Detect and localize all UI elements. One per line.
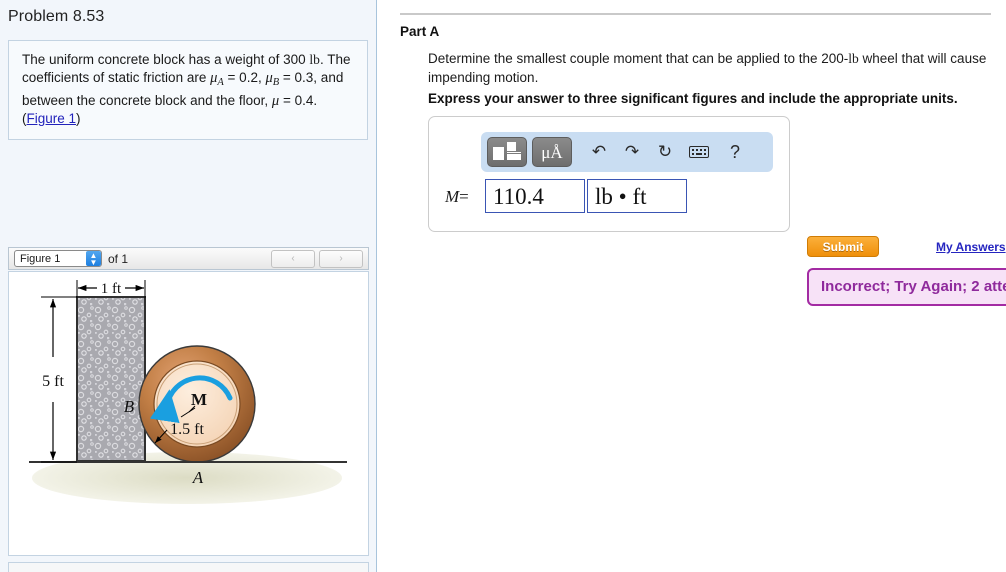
keyboard-icon[interactable]	[689, 146, 709, 158]
units-icon[interactable]: μÅ	[532, 137, 572, 167]
mu-value: = 0.4.	[279, 93, 318, 108]
figure-viewport[interactable]: 1 ft 5 ft M 1.5 ft A B	[8, 271, 369, 556]
chevron-left-icon: ‹	[291, 252, 295, 264]
radius-dim-label: 1.5 ft	[170, 421, 204, 438]
question-text-pre: Determine the smallest couple moment tha…	[428, 51, 849, 66]
reset-icon[interactable]: ↻	[654, 142, 676, 162]
figure-next-button[interactable]: ›	[319, 249, 363, 268]
moment-label: M	[191, 390, 207, 409]
chevron-updown-icon[interactable]: ▲ ▼	[86, 251, 101, 266]
answer-instructions: Express your answer to three significant…	[428, 91, 958, 106]
point-a-label: A	[192, 468, 204, 487]
math-template-icon[interactable]	[487, 137, 527, 167]
page-title: Problem 8.53	[8, 8, 105, 25]
width-dim-label: 1 ft	[101, 281, 122, 297]
feedback-banner: Incorrect; Try Again; 2 attempts remaini…	[807, 268, 1006, 306]
figure-select-dropdown[interactable]: Figure 1 ▲ ▼	[14, 250, 102, 267]
problem-statement: The uniform concrete block has a weight …	[8, 40, 368, 140]
question-prompt: Determine the smallest couple moment tha…	[428, 49, 994, 87]
feedback-message: Incorrect; Try Again; 2 attempts remaini…	[821, 278, 1006, 295]
section-divider	[400, 13, 991, 15]
mechanics-figure: 1 ft 5 ft M 1.5 ft A B	[29, 280, 347, 504]
mu-a-value: = 0.2,	[223, 70, 266, 85]
units-icon-label: μÅ	[541, 143, 563, 162]
figure-1-link[interactable]: Figure 1	[27, 111, 77, 126]
statement-part-1: The uniform concrete block has a weight …	[22, 52, 310, 67]
figure-select-value: Figure 1	[20, 252, 61, 265]
answer-entry-box: μÅ ↶ ↷ ↻ ? M= 110.4 lb • ft	[428, 116, 790, 232]
figure-prev-button[interactable]: ‹	[271, 249, 315, 268]
chevron-right-icon: ›	[339, 252, 343, 264]
my-answers-link[interactable]: My Answers	[936, 240, 1006, 254]
figure-toolbar: Figure 1 ▲ ▼ of 1 ‹ ›	[8, 247, 369, 270]
undo-icon[interactable]: ↶	[588, 142, 610, 162]
submit-button[interactable]: Submit	[807, 236, 879, 257]
answer-variable: M	[445, 187, 460, 206]
concrete-block	[76, 296, 146, 462]
math-toolbar: μÅ ↶ ↷ ↻ ?	[481, 132, 773, 172]
figure-bottom-strip	[8, 562, 369, 572]
answer-panel: Part A Determine the smallest couple mom…	[378, 0, 1006, 572]
redo-icon[interactable]: ↷	[621, 142, 643, 162]
answer-equals: =	[459, 187, 469, 206]
question-lb-unit: lb	[848, 51, 859, 66]
paren-close: )	[76, 111, 81, 126]
answer-variable-label: M=	[445, 187, 469, 207]
mu-b-symbol: μ	[265, 70, 273, 86]
part-a-heading: Part A	[400, 24, 440, 39]
problem-panel: Problem 8.53 The uniform concrete block …	[0, 0, 377, 572]
point-b-label: B	[124, 397, 135, 416]
answer-units-input[interactable]: lb • ft	[587, 179, 687, 213]
statement-lb-unit: lb	[309, 52, 320, 67]
help-icon[interactable]: ?	[724, 142, 746, 162]
height-dim-label: 5 ft	[42, 373, 64, 390]
figure-count-label: of 1	[108, 251, 129, 266]
answer-value-input[interactable]: 110.4	[485, 179, 585, 213]
